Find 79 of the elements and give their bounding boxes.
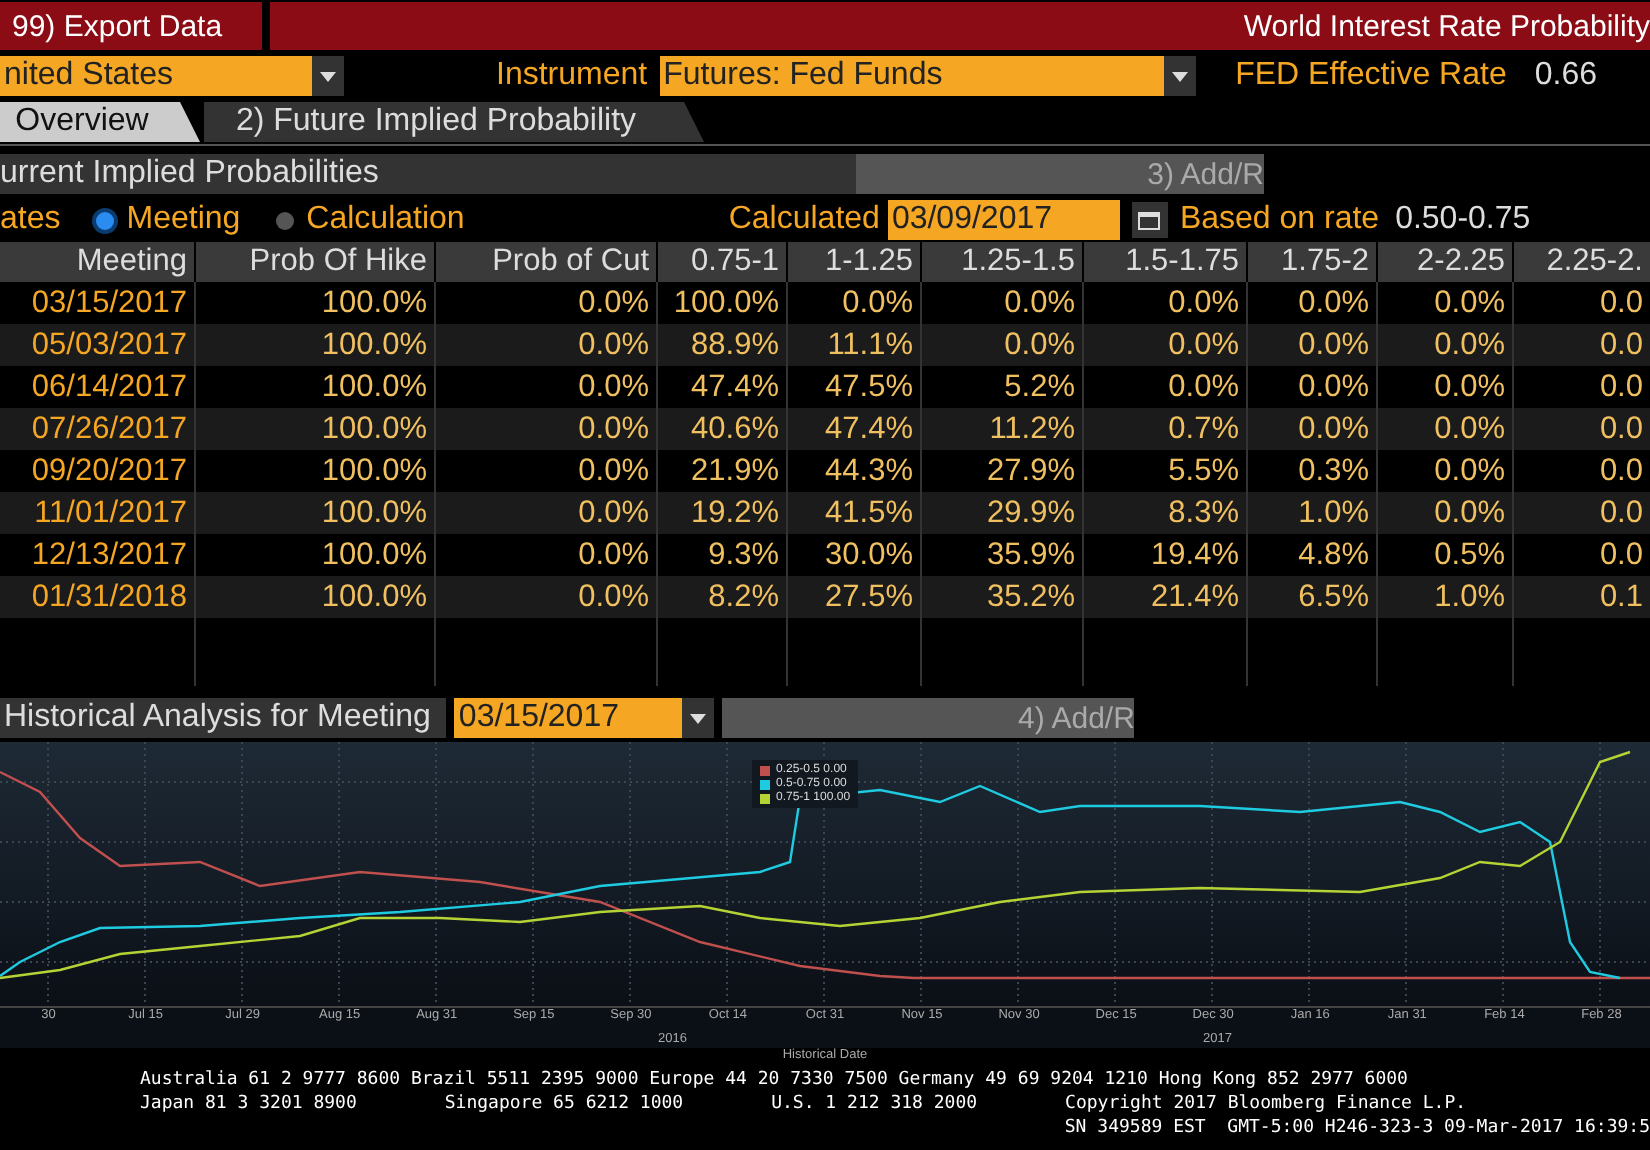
footer-text: U.S. 1 212 318 2000: [771, 1092, 978, 1116]
table-cell: 0.0: [1512, 324, 1650, 366]
column-header: Meeting: [0, 242, 194, 282]
rates-label: ates: [0, 202, 61, 238]
instrument-label: Instrument: [496, 58, 648, 94]
radio-option[interactable]: Calculation: [276, 202, 465, 238]
table-cell: 0.0%: [1376, 324, 1512, 366]
column-header: 0.75-1: [656, 242, 786, 282]
table-cell: 21.4%: [1082, 576, 1246, 618]
table-cell: 11/01/2017: [0, 492, 194, 534]
table-cell: 01/31/2018: [0, 576, 194, 618]
table-cell: 100.0%: [194, 408, 434, 450]
table-cell: 0.0%: [434, 492, 656, 534]
column-header: 2-2.25: [1376, 242, 1512, 282]
effective-rate-value: 0.66: [1534, 58, 1597, 94]
column-header: 1-1.25: [786, 242, 920, 282]
table-cell: 0.1: [1512, 576, 1650, 618]
table-cell: 1.0%: [1376, 576, 1512, 618]
table-cell: 8.2%: [656, 576, 786, 618]
table-cell: 41.5%: [786, 492, 920, 534]
table-cell: 100.0%: [194, 492, 434, 534]
radio-option[interactable]: Meeting: [96, 202, 241, 238]
table-cell: 0.0%: [1246, 408, 1376, 450]
table-cell: 40.6%: [656, 408, 786, 450]
table-cell: 100.0%: [194, 324, 434, 366]
window-title: World Interest Rate Probability: [270, 2, 1650, 50]
column-header: 1.5-1.75: [1082, 242, 1246, 282]
instrument-dropdown[interactable]: Futures: Fed Funds: [659, 56, 1196, 96]
effective-rate-label: FED Effective Rate: [1235, 58, 1507, 94]
caret-icon: [1171, 71, 1188, 81]
table-cell: 0.0: [1512, 492, 1650, 534]
table-cell: 0.0%: [434, 576, 656, 618]
table-cell: 6.5%: [1246, 576, 1376, 618]
table-cell: 100.0%: [194, 576, 434, 618]
table-cell: 0.0%: [1376, 408, 1512, 450]
export-data-button[interactable]: 99) Export Data: [0, 2, 267, 50]
country-dropdown[interactable]: nited States: [0, 56, 344, 96]
section-title: urrent Implied Probabilities: [0, 154, 856, 194]
section-title: Historical Analysis for Meeting: [0, 698, 447, 738]
column-header: 1.75-2: [1246, 242, 1376, 282]
table-cell: 29.9%: [920, 492, 1082, 534]
table-cell: 0.0%: [1082, 324, 1246, 366]
table-cell: 27.5%: [786, 576, 920, 618]
table-cell: 11.1%: [786, 324, 920, 366]
footer-text: Singapore 65 6212 1000: [444, 1092, 684, 1116]
based-on-rate-value: 0.50-0.75: [1395, 202, 1531, 238]
table-cell: 19.2%: [656, 492, 786, 534]
caret-icon: [320, 71, 336, 81]
table-cell: 47.4%: [786, 408, 920, 450]
footer-text: Copyright 2017 Bloomberg Finance L.P.: [1065, 1092, 1467, 1116]
based-on-rate-label: Based on rate: [1179, 202, 1380, 238]
table-cell: 11.2%: [920, 408, 1082, 450]
footer-text: Japan 81 3 3201 8900: [140, 1092, 357, 1116]
caret-icon: [690, 713, 707, 723]
calculated-label: Calculated: [728, 202, 880, 238]
table-cell: 0.0%: [1376, 492, 1512, 534]
table-cell: 0.7%: [1082, 408, 1246, 450]
tab[interactable]: 2) Future Implied Probability: [204, 102, 704, 142]
column-header: Prob Of Hike: [194, 242, 434, 282]
column-header: Prob of Cut: [434, 242, 656, 282]
table-cell: 35.2%: [920, 576, 1082, 618]
date-field[interactable]: 03/09/2017: [887, 200, 1120, 240]
table-cell: 05/03/2017: [0, 324, 194, 366]
table-cell: 0.0%: [920, 324, 1082, 366]
table-cell: 0.0%: [434, 408, 656, 450]
table-cell: 0.0%: [434, 324, 656, 366]
column-header: 2.25-2.: [1512, 242, 1650, 282]
table-cell: 07/26/2017: [0, 408, 194, 450]
table-cell: 1.0%: [1246, 492, 1376, 534]
table-cell: 8.3%: [1082, 492, 1246, 534]
table-cell: 88.9%: [656, 324, 786, 366]
calendar-icon[interactable]: [1138, 210, 1161, 230]
footer-text: SN 349589 EST GMT-5:00 H246-323-3 09-Mar-2017 16:39:5: [1064, 1118, 1650, 1138]
table-cell: 0.0%: [1246, 324, 1376, 366]
tab[interactable]: Overview: [0, 102, 200, 142]
footer-text: Australia 61 2 9777 8600 Brazil 5511 2395 9000 Europe 44 20 7330 7500 Germany 49 69 9204 1210 Hong Kong 852 2977 6000: [140, 1070, 1408, 1090]
column-header: 1.25-1.5: [920, 242, 1082, 282]
meeting-dropdown[interactable]: 03/15/2017: [454, 698, 715, 738]
table-cell: 0.0: [1512, 408, 1650, 450]
